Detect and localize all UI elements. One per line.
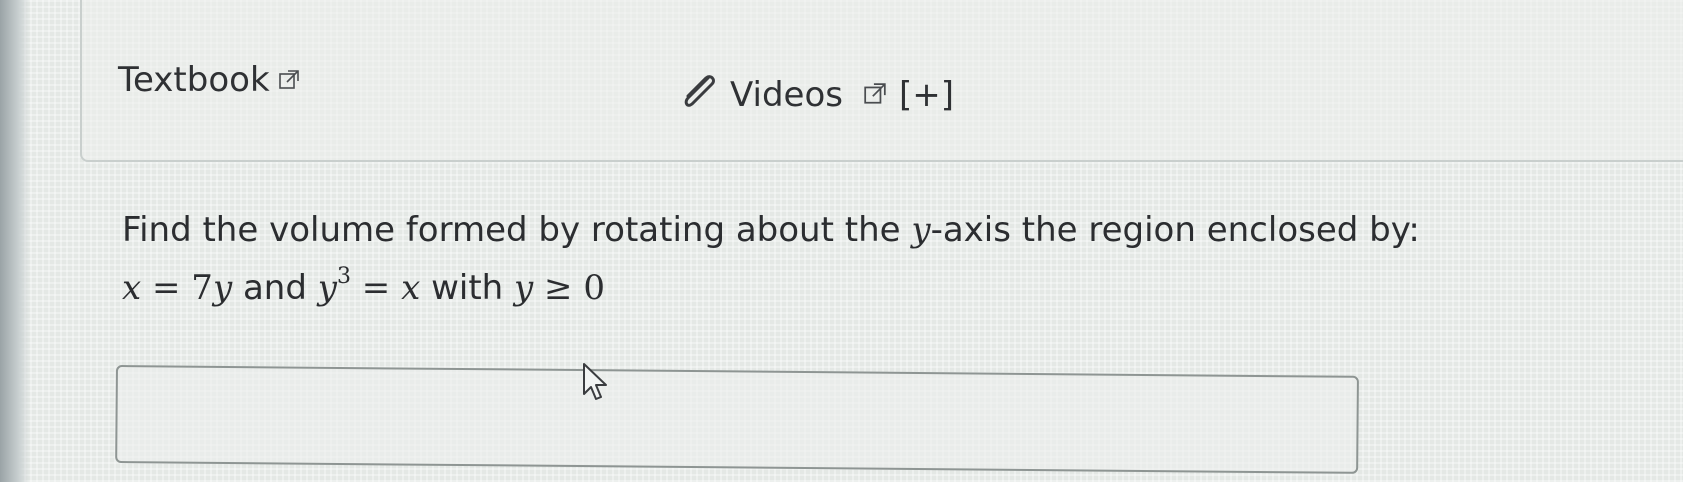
eq1-lhs: x: [122, 268, 142, 308]
eq1-rhs-var: y: [212, 268, 233, 308]
screen-left-edge: [0, 0, 30, 482]
eq1-op: =: [141, 268, 192, 308]
eq2-op: =: [350, 268, 402, 308]
cond-op: ≥: [533, 268, 584, 308]
eq1-rhs-num: 7: [191, 268, 213, 308]
mouse-cursor-icon: [582, 362, 612, 410]
external-link-icon: [278, 63, 300, 97]
question-axis-var: y: [911, 210, 931, 250]
eq2-exponent: 3: [336, 264, 351, 289]
expand-videos-button[interactable]: [+]: [899, 78, 954, 112]
conj-and: and: [232, 268, 318, 308]
conj-with: with: [420, 268, 515, 308]
answer-box[interactable]: [115, 365, 1359, 474]
paperclip-icon: [678, 72, 720, 118]
external-link-icon: [863, 78, 887, 112]
videos-label: Videos: [730, 75, 843, 115]
answer-input[interactable]: [117, 367, 1357, 472]
question-equations: x = 7y and y3 = x with y ≥ 0: [122, 264, 605, 308]
eq2-rhs: x: [401, 268, 421, 308]
question-line1-suffix: -axis the region enclosed by:: [930, 210, 1420, 250]
videos-link[interactable]: Videos [+]: [678, 72, 954, 118]
question-line1-prefix: Find the volume formed by rotating about…: [122, 210, 912, 250]
cond-var: y: [514, 268, 534, 308]
textbook-link[interactable]: Textbook: [118, 63, 300, 97]
cond-val: 0: [583, 268, 605, 308]
eq2-base: y: [317, 268, 337, 308]
textbook-label: Textbook: [118, 60, 270, 100]
question-text: Find the volume formed by rotating about…: [122, 208, 1420, 252]
